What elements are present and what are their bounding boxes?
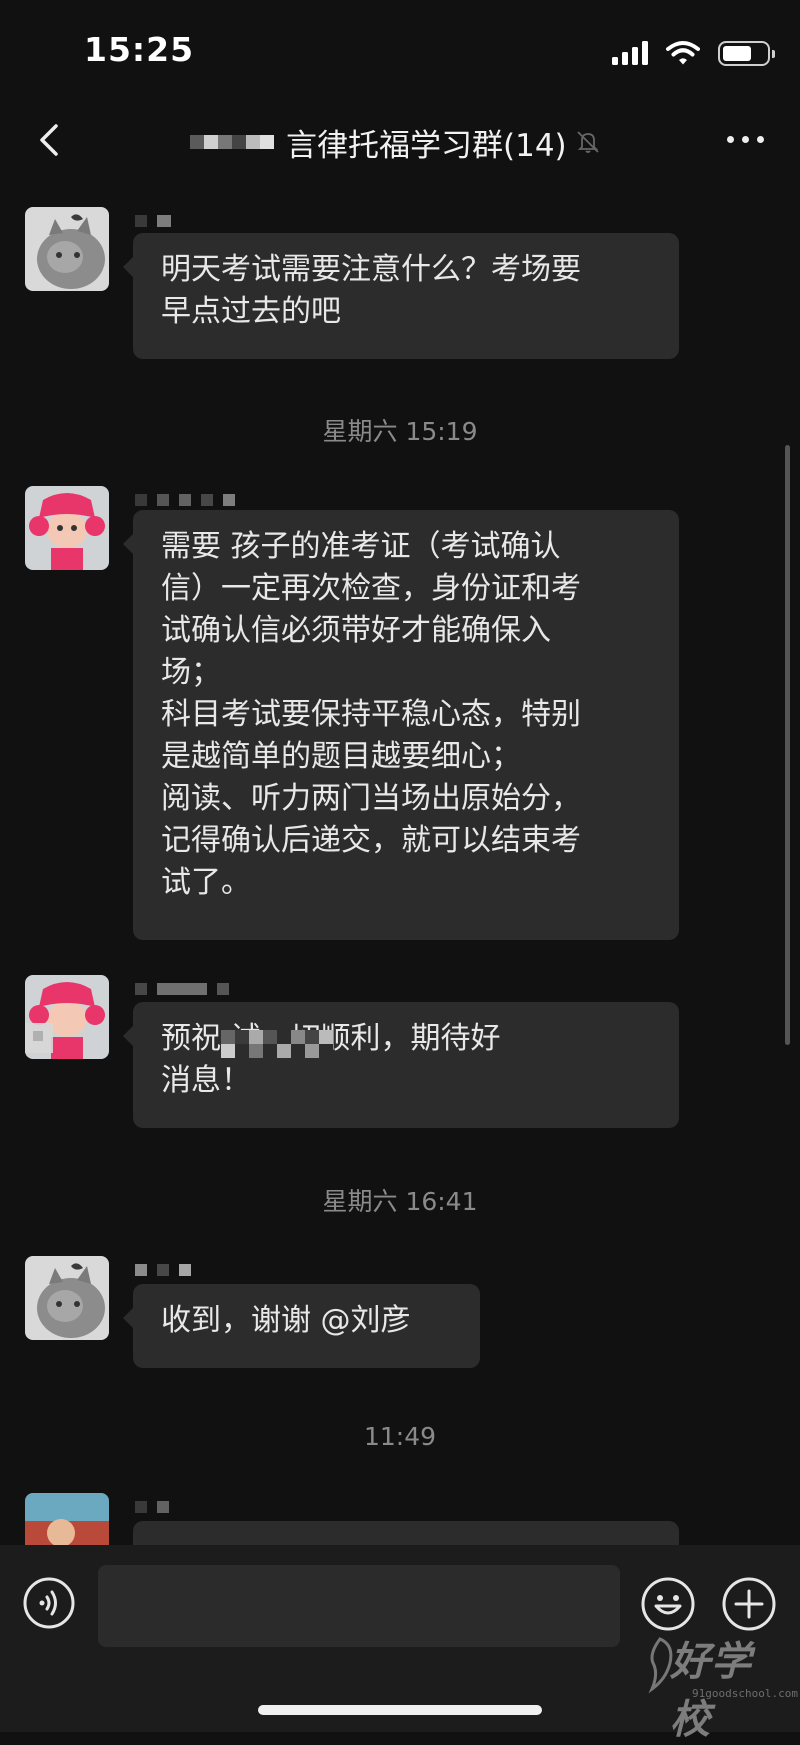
message-item (25, 1493, 745, 1545)
add-plus-icon[interactable] (721, 1576, 777, 1632)
timestamp: 11:49 (363, 1422, 437, 1451)
blurred-name-mosaic (190, 135, 274, 149)
sender-name-mosaic (135, 494, 235, 506)
message-bubble[interactable]: 需要 孩子的准考证（考试确认 信）一定再次检查，身份证和考 试确认信必须带好才能… (123, 510, 679, 940)
message-bubble[interactable]: 预祝 试一切顺利，期待好 消息！ (123, 1002, 679, 1128)
message-bubble[interactable]: 明天考试需要注意什么？考场要 早点过去的吧 (123, 233, 679, 359)
home-indicator[interactable] (258, 1705, 542, 1715)
battery-icon (718, 40, 775, 66)
muted-bell-icon (577, 131, 599, 153)
message-bubble[interactable] (133, 1521, 679, 1545)
more-options-icon[interactable] (727, 136, 764, 143)
avatar-cat[interactable] (25, 207, 109, 291)
status-bar: 15:25 (0, 0, 800, 100)
group-title: 言律托福学习群(14) (286, 127, 567, 164)
timestamp: 星期六 15:19 (322, 417, 478, 446)
emoji-icon[interactable] (640, 1576, 696, 1632)
message-item: 明天考试需要注意什么？考场要 早点过去的吧 (25, 207, 745, 359)
message-item: 收到，谢谢 @刘彦 (25, 1256, 745, 1376)
sender-name-mosaic (135, 983, 229, 995)
watermark-url: 91goodschool.com (692, 1687, 798, 1700)
message-bubble[interactable]: 收到，谢谢 @刘彦 (123, 1284, 480, 1368)
avatar-photo[interactable] (25, 1493, 109, 1545)
watermark-logo: 好学校 91goodschool.com (640, 1625, 798, 1743)
message-item: 预祝 试一切顺利，期待好 消息！ (25, 975, 745, 1128)
sender-name-mosaic (135, 1501, 169, 1513)
cellular-signal-icon (612, 41, 648, 65)
back-chevron-icon[interactable] (30, 120, 70, 160)
blurred-text-mosaic (221, 1030, 333, 1044)
message-item: 需要 孩子的准考证（考试确认 信）一定再次检查，身份证和考 试确认信必须带好才能… (25, 486, 745, 940)
avatar-doll[interactable] (25, 486, 109, 570)
avatar-doll[interactable] (25, 975, 109, 1059)
avatar-cat[interactable] (25, 1256, 109, 1340)
nav-bar: 言律托福学习群(14) (0, 100, 800, 190)
status-icons (612, 38, 775, 68)
message-input[interactable] (98, 1565, 620, 1647)
wifi-icon (666, 41, 700, 65)
sender-name-mosaic (135, 215, 171, 227)
scrollbar[interactable] (785, 445, 790, 1045)
sender-name-mosaic (135, 1264, 191, 1276)
voice-input-icon[interactable] (22, 1576, 76, 1630)
chat-title[interactable]: 言律托福学习群(14) (190, 120, 601, 164)
chat-area[interactable]: 明天考试需要注意什么？考场要 早点过去的吧 星期六 15:19 需要 孩子的准考… (0, 190, 800, 1545)
blurred-text-mosaic (221, 1044, 333, 1058)
timestamp: 星期六 16:41 (322, 1187, 478, 1216)
status-time: 15:25 (84, 30, 195, 69)
